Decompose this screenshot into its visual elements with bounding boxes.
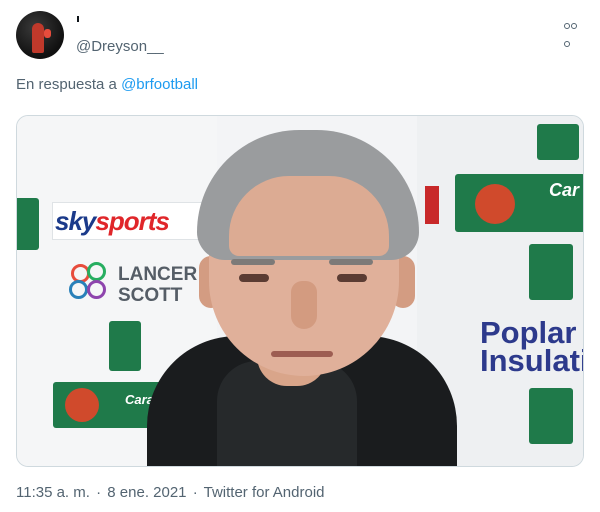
carabao-text-right: Car xyxy=(549,180,580,200)
person-eye-left xyxy=(239,274,269,282)
reply-prefix: En respuesta a xyxy=(16,76,117,93)
person-eye-right xyxy=(337,274,367,282)
user-handle[interactable]: @Dreyson__ xyxy=(76,38,164,55)
more-horizontal-icon[interactable] xyxy=(564,16,584,47)
avatar[interactable] xyxy=(16,11,64,59)
person-mouth xyxy=(271,351,333,357)
person-brow-right xyxy=(329,259,373,265)
cup-badge xyxy=(109,321,141,371)
board-red-tab xyxy=(425,186,439,224)
cup-badge xyxy=(529,388,573,444)
person-nose xyxy=(291,281,317,329)
reply-context: En respuesta a @brfootball xyxy=(16,76,198,93)
tweet-date[interactable]: 8 ene. 2021 xyxy=(107,484,186,501)
lancer-scott-logo-icon xyxy=(69,262,117,306)
avatar-figure xyxy=(32,23,44,53)
meta-separator: · xyxy=(96,484,102,501)
tweet-image[interactable]: skysports LANCER SCOTT Carat Car Poplar … xyxy=(16,115,584,467)
sky-sports-logo: skysports xyxy=(55,206,170,236)
avatar-figure-detail xyxy=(44,29,51,38)
display-name[interactable] xyxy=(77,16,79,22)
lancer-scott-text: LANCER SCOTT xyxy=(118,264,198,306)
tweet-client: Twitter for Android xyxy=(203,484,325,501)
reply-to-link[interactable]: @brfootball xyxy=(121,76,198,93)
poplar-insulation-logo: Poplar Insulati xyxy=(480,315,584,378)
tweet-metadata: 11:35 a. m. · 8 ene. 2021 · Twitter for … xyxy=(16,484,325,501)
meta-separator: · xyxy=(192,484,198,501)
person-brow-left xyxy=(231,259,275,265)
person-forehead xyxy=(229,176,389,256)
board-tile xyxy=(537,124,579,160)
tweet-time[interactable]: 11:35 a. m. xyxy=(16,484,90,501)
tweet-card: @Dreyson__ En respuesta a @brfootball sk… xyxy=(0,0,600,512)
cup-badge xyxy=(529,244,573,300)
carabao-crest-icon xyxy=(475,184,515,224)
board-tile xyxy=(17,198,39,250)
carabao-crest-icon xyxy=(65,388,99,422)
